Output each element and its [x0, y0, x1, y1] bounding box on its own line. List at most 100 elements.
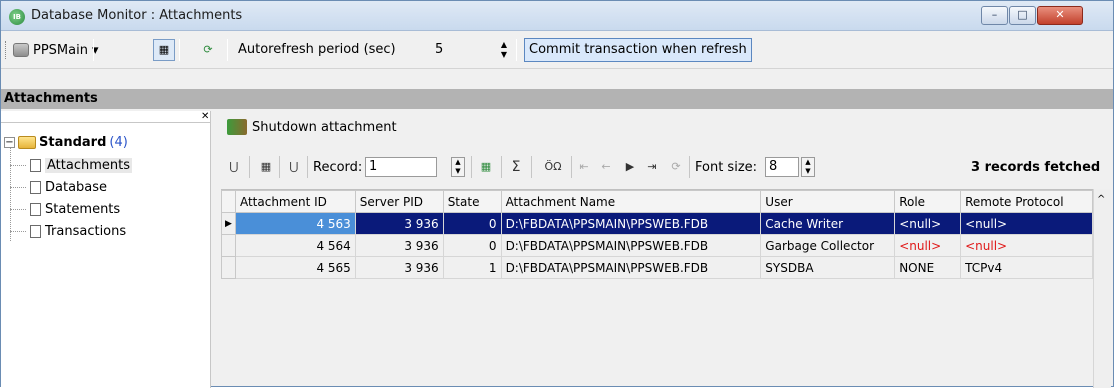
database-name: PPSMain [33, 42, 88, 58]
next-record-icon[interactable]: ▶ [621, 159, 639, 175]
last-record-icon[interactable]: ⇥ [643, 159, 661, 175]
panel-caption [1, 111, 211, 123]
document-icon [30, 224, 41, 238]
font-size-spinner[interactable]: ▲ ▼ [801, 157, 815, 177]
record-spinner[interactable]: ▲ ▼ [451, 157, 465, 177]
cell-remote-protocol[interactable]: TCPv4 [960, 256, 1093, 279]
column-server-pid[interactable]: Server PID [354, 190, 444, 213]
toolbar-separator [516, 39, 517, 61]
record-input[interactable]: 1 [365, 157, 437, 177]
autorefresh-input[interactable]: 5 [435, 42, 443, 57]
cell-user[interactable]: Cache Writer [760, 212, 896, 235]
cell-attachment-name[interactable]: D:\FBDATA\PPSMAIN\PPSWEB.FDB [500, 256, 762, 279]
cell-attachment-name[interactable]: D:\FBDATA\PPSMAIN\PPSWEB.FDB [500, 212, 762, 235]
table-row[interactable]: 4 565 3 936 1 D:\FBDATA\PPSMAIN\PPSWEB.F… [221, 256, 1093, 279]
unicode-icon[interactable]: ÖΩ [539, 159, 567, 175]
document-icon [30, 202, 41, 216]
refresh-grid-icon[interactable]: ⟳ [667, 159, 685, 175]
document-icon [30, 158, 41, 172]
tree-root-count: (4) [109, 135, 128, 150]
cell-server-pid[interactable]: 3 936 [354, 256, 444, 279]
font-size-label: Font size: [695, 160, 758, 175]
close-button[interactable]: ✕ [1037, 6, 1083, 25]
shutdown-label: Shutdown attachment [252, 119, 397, 135]
prior-record-icon[interactable]: ← [597, 159, 615, 175]
app-icon: IB [9, 9, 25, 25]
tree-item-database[interactable]: Database [10, 178, 107, 196]
cell-state[interactable]: 0 [442, 234, 502, 257]
tree-root-standard[interactable]: − Standard (4) [4, 135, 128, 150]
column-attachment-id[interactable]: Attachment ID [234, 190, 356, 213]
table-row[interactable]: ▶ 4 563 3 936 0 D:\FBDATA\PPSMAIN\PPSWEB… [221, 212, 1093, 235]
autorefresh-spinner[interactable]: ▲ ▼ [498, 40, 510, 60]
navigator-panel: ✕ − Standard (4) Attachments Database St… [1, 111, 211, 388]
toolbar-separator [179, 39, 180, 61]
cell-attachment-id[interactable]: 4 563 [234, 212, 356, 235]
tree-item-statements[interactable]: Statements [10, 200, 120, 218]
first-record-icon[interactable]: ⇤ [575, 159, 593, 175]
attachments-grid[interactable]: Attachment ID Server PID State Attachmen… [221, 189, 1093, 279]
commit-transaction-toggle[interactable]: Commit transaction when refresh [524, 38, 752, 62]
minimize-button[interactable]: – [981, 6, 1008, 25]
title-bar[interactable]: IB Database Monitor : Attachments – □ ✕ [1, 1, 1113, 31]
panel-close-icon[interactable]: ✕ [201, 111, 209, 122]
column-state[interactable]: State [442, 190, 502, 213]
cell-state[interactable]: 1 [442, 256, 502, 279]
maximize-button[interactable]: □ [1009, 6, 1036, 25]
document-icon [30, 180, 41, 194]
cell-remote-protocol[interactable]: <null> [960, 212, 1093, 235]
scroll-up-icon[interactable]: ^ [1097, 194, 1105, 205]
column-attachment-name[interactable]: Attachment Name [500, 190, 762, 213]
collapse-icon[interactable]: − [4, 137, 15, 148]
database-icon [13, 43, 29, 57]
table-row[interactable]: 4 564 3 936 0 D:\FBDATA\PPSMAIN\PPSWEB.F… [221, 234, 1093, 257]
column-role[interactable]: Role [894, 190, 962, 213]
cell-attachment-id[interactable]: 4 564 [234, 234, 356, 257]
table-view-icon[interactable]: ▦ [477, 159, 495, 175]
sum-icon[interactable]: Σ [507, 159, 525, 175]
shutdown-attachment-button[interactable]: Shutdown attachment [227, 119, 397, 135]
records-fetched-status: 3 records fetched [971, 160, 1101, 175]
toolbar-grip[interactable] [5, 41, 8, 59]
window-title: Database Monitor : Attachments [31, 8, 243, 23]
row-indicator [221, 256, 236, 279]
tree-item-label: Statements [45, 201, 121, 217]
cell-user[interactable]: Garbage Collector [760, 234, 896, 257]
tree-root-label: Standard [39, 135, 107, 150]
autorefresh-label: Autorefresh period (sec) [238, 42, 396, 57]
vertical-scrollbar[interactable]: ^ [1093, 189, 1111, 388]
cell-server-pid[interactable]: 3 936 [354, 212, 444, 235]
shutdown-icon [227, 119, 247, 135]
column-user[interactable]: User [760, 190, 896, 213]
tree-item-attachments[interactable]: Attachments [10, 156, 132, 174]
cell-state[interactable]: 0 [442, 212, 502, 235]
section-header: Attachments [1, 89, 1113, 109]
cell-server-pid[interactable]: 3 936 [354, 234, 444, 257]
cell-attachment-name[interactable]: D:\FBDATA\PPSMAIN\PPSWEB.FDB [500, 234, 762, 257]
filter-add-icon[interactable]: ⋃ [285, 159, 303, 175]
database-selector[interactable]: PPSMain ▾ [13, 40, 99, 60]
toolbar-separator [227, 39, 228, 61]
tree-item-label: Database [45, 179, 108, 195]
cell-role[interactable]: <null> [894, 234, 962, 257]
grid-header-row: Attachment ID Server PID State Attachmen… [221, 190, 1093, 213]
row-indicator [221, 234, 236, 257]
cell-remote-protocol[interactable]: <null> [960, 234, 1093, 257]
cell-role[interactable]: NONE [894, 256, 962, 279]
row-indicator-icon: ▶ [221, 212, 236, 235]
tree-item-label: Transactions [45, 223, 127, 239]
font-size-input[interactable]: 8 [765, 157, 799, 177]
toolbar-separator [93, 39, 94, 61]
column-remote-protocol[interactable]: Remote Protocol [960, 190, 1093, 213]
cell-attachment-id[interactable]: 4 565 [234, 256, 356, 279]
folder-icon [18, 136, 36, 149]
cell-role[interactable]: <null> [894, 212, 962, 235]
filter-icon[interactable]: ⋃ [225, 159, 243, 175]
tree-item-transactions[interactable]: Transactions [10, 222, 126, 240]
cell-user[interactable]: SYSDBA [760, 256, 896, 279]
tree-view-toggle-icon[interactable]: ▦ [153, 39, 175, 61]
toolbar: PPSMain ▾ ▦ ⟳ Autorefresh period (sec) 5… [1, 31, 1113, 69]
tree-item-label: Attachments [45, 157, 132, 173]
refresh-icon[interactable]: ⟳ [197, 39, 219, 61]
grid-settings-icon[interactable]: ▦ [257, 159, 275, 175]
